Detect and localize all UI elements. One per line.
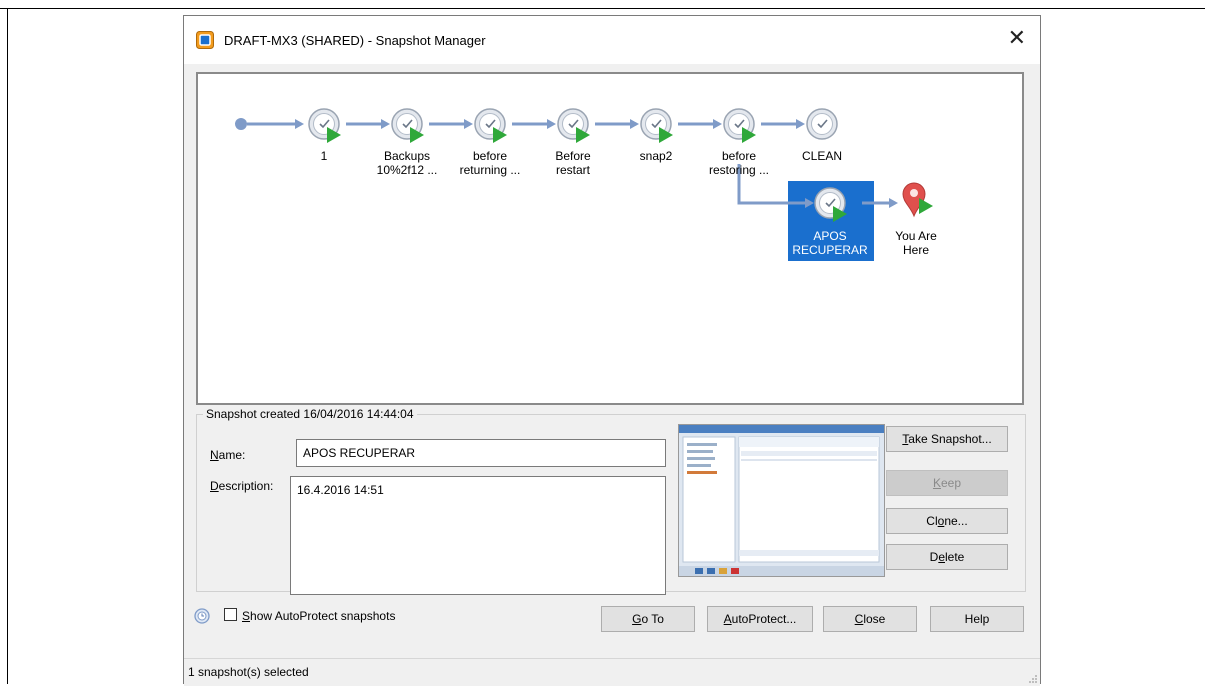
autoprotect-clock-icon [194, 608, 210, 624]
branch-arrow-head [805, 198, 814, 208]
close-label: Close [854, 612, 886, 626]
snapshot-arrow-4-head [630, 119, 639, 129]
take-snapshot-label: Take Snapshot... [902, 432, 992, 446]
snapshot-node-7-clock-icon-face [811, 113, 833, 135]
snapshot-node-7-line: CLEAN [801, 149, 842, 163]
root-dot [235, 118, 247, 130]
snapshot-arrow-6-head [796, 119, 805, 129]
you-are-here-node-line: You Are [895, 229, 937, 243]
snapshot-node-6-line: restoring ... [708, 163, 770, 177]
show-autoprotect-text: Show AutoProtect snapshots [242, 609, 396, 623]
name-label-text: Name: [210, 448, 246, 462]
snapshot-arrow-5-head [713, 119, 722, 129]
go-to-label: Go To [632, 612, 664, 626]
show-autoprotect-checkbox[interactable] [224, 608, 237, 621]
help-button[interactable]: Help [930, 606, 1024, 632]
status-bar: 1 snapshot(s) selected [184, 658, 1040, 686]
snapshot-node-5-line: snap2 [639, 149, 673, 163]
description-label-text: Description: [210, 479, 274, 493]
snapshot-node-1-line: 1 [320, 149, 328, 163]
snapshot-node-3-line: returning ... [459, 163, 521, 177]
snapshot-node-4-line: restart [555, 163, 590, 177]
snapshot-arrow-1-head [381, 119, 390, 129]
close-button[interactable]: Close [823, 606, 917, 632]
frame-left-line [7, 8, 8, 684]
clone-button[interactable]: Clone... [886, 508, 1008, 534]
delete-label: Delete [929, 550, 965, 564]
window-title: DRAFT-MX3 (SHARED) - Snapshot Manager [224, 33, 486, 48]
you-are-here-play-icon [919, 198, 933, 214]
snapshot-node-7[interactable]: CLEAN [777, 149, 867, 163]
keep-button[interactable]: Keep [886, 470, 1008, 496]
snapshot-node-5[interactable]: snap2 [611, 149, 701, 163]
description-field[interactable]: 16.4.2016 14:51 [290, 476, 666, 595]
root-arrow-head [295, 119, 304, 129]
snapshot-arrow-2-head [464, 119, 473, 129]
go-to-button[interactable]: Go To [601, 606, 695, 632]
snapshot-thumbnail [678, 424, 885, 577]
autoprotect-label: AutoProtect... [723, 612, 797, 626]
help-button-label: Help [964, 612, 990, 626]
selected-snapshot-node-line: RECUPERAR [792, 243, 868, 257]
title-bar: DRAFT-MX3 (SHARED) - Snapshot Manager ✕ [184, 16, 1040, 64]
keep-label: Keep [932, 476, 962, 490]
snapshot-node-1[interactable]: 1 [279, 149, 369, 163]
current-arrow-head [889, 198, 898, 208]
autoprotect-button[interactable]: AutoProtect... [707, 606, 813, 632]
resize-grip-icon[interactable] [1028, 674, 1038, 684]
snapshot-arrow-3-head [547, 119, 556, 129]
snapshot-node-3[interactable]: before returning ... [445, 149, 535, 177]
frame-top-line [0, 8, 1205, 9]
delete-button[interactable]: Delete [886, 544, 1008, 570]
snapshot-tree[interactable]: 1 Backups 10%2f12 ... before returning ... Be… [196, 72, 1024, 405]
close-icon[interactable]: ✕ [1008, 27, 1026, 49]
name-label: Name: [210, 448, 245, 462]
snapshot-node-3-line: before [472, 149, 508, 163]
vmware-app-icon [196, 31, 214, 49]
snapshot-manager-window: DRAFT-MX3 (SHARED) - Snapshot Manager ✕ … [183, 15, 1041, 686]
snapshot-node-2-line: Backups [383, 149, 431, 163]
you-are-here-node[interactable]: You Are Here [871, 229, 961, 257]
snapshot-node-2-line: 10%2f12 ... [376, 163, 438, 177]
snapshot-node-6[interactable]: before restoring ... [694, 149, 784, 177]
status-text: 1 snapshot(s) selected [188, 665, 309, 679]
you-are-here-node-line: Here [902, 243, 929, 257]
snapshot-created-label: Snapshot created 16/04/2016 14:44:04 [203, 407, 417, 421]
clone-label: Clone... [926, 514, 968, 528]
snapshot-node-2[interactable]: Backups 10%2f12 ... [362, 149, 452, 177]
pin-dot [910, 189, 918, 197]
show-autoprotect-label[interactable]: Show AutoProtect snapshots [242, 609, 395, 623]
take-snapshot-button[interactable]: Take Snapshot... [886, 426, 1008, 452]
snapshot-node-4[interactable]: Before restart [528, 149, 618, 177]
name-field[interactable]: APOS RECUPERAR [296, 439, 666, 467]
snapshot-node-4-line: Before [555, 149, 591, 163]
selected-snapshot-node[interactable]: APOS RECUPERAR [785, 229, 875, 257]
selected-snapshot-node-line: APOS [813, 229, 847, 243]
snapshot-node-6-line: before [721, 149, 757, 163]
description-label: Description: [210, 479, 273, 493]
